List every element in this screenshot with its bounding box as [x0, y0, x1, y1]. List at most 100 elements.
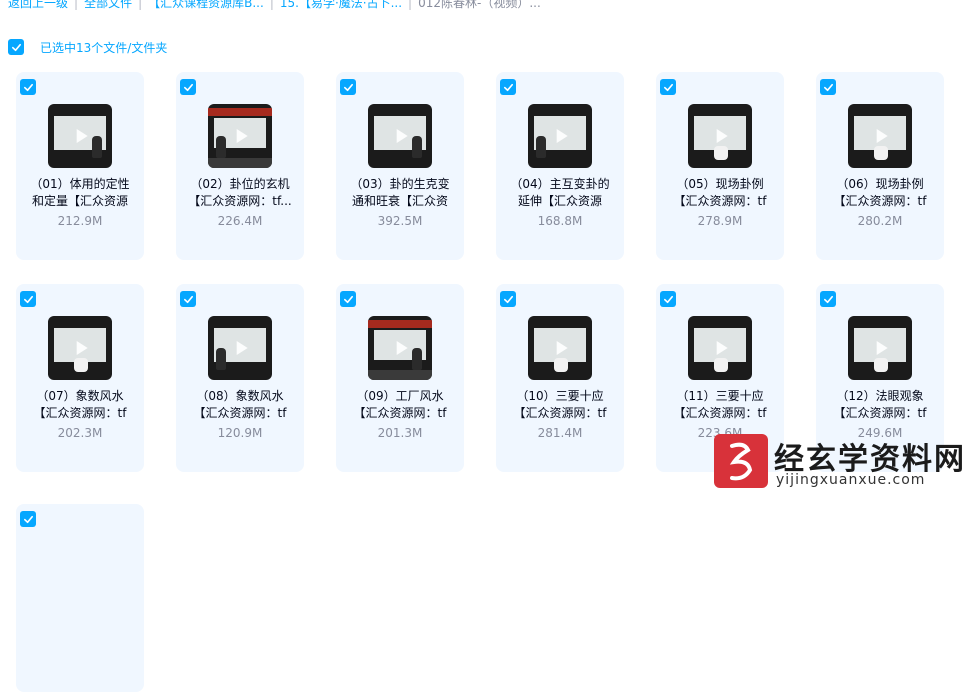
file-checkbox[interactable] — [340, 291, 356, 307]
file-name[interactable]: （03）卦的生克变 通和旺衰【汇众资 — [346, 176, 454, 210]
breadcrumb-item[interactable]: 15.【易学·魔法·占卜... — [280, 0, 402, 12]
file-card[interactable]: （01）体用的定性 和定量【汇众资源 212.9M — [16, 72, 144, 260]
file-name[interactable]: （04）主互变卦的 延伸【汇众资源 — [506, 176, 614, 210]
file-card[interactable]: （03）卦的生克变 通和旺衰【汇众资 392.5M — [336, 72, 464, 260]
file-size: 280.2M — [857, 214, 903, 228]
file-card[interactable]: （04）主互变卦的 延伸【汇众资源 168.8M — [496, 72, 624, 260]
video-thumbnail[interactable] — [848, 316, 912, 380]
video-thumbnail[interactable] — [848, 104, 912, 168]
file-name[interactable]: （11）三要十应 【汇众资源网：tf — [666, 388, 774, 422]
check-icon — [23, 83, 33, 91]
file-name[interactable]: （12）法眼观象 【汇众资源网：tf — [826, 388, 934, 422]
file-name[interactable]: （07）象数风水 【汇众资源网：tf — [26, 388, 134, 422]
breadcrumb-item[interactable]: 【汇众课程资源库B... — [148, 0, 264, 12]
check-icon — [11, 43, 21, 51]
file-size: 226.4M — [217, 214, 263, 228]
file-card[interactable]: （08）象数风水 【汇众资源网：tf 120.9M — [176, 284, 304, 472]
file-name[interactable]: （05）现场卦例 【汇众资源网：tf — [666, 176, 774, 210]
file-card[interactable]: （09）工厂风水 【汇众资源网：tf 201.3M — [336, 284, 464, 472]
file-name[interactable]: （08）象数风水 【汇众资源网：tf — [186, 388, 294, 422]
file-name-line1: （07）象数风水 — [36, 389, 124, 403]
file-name-line2: 通和旺衰【汇众资 — [351, 194, 448, 208]
video-thumbnail[interactable] — [368, 104, 432, 168]
file-name-line2: 【汇众资源网：tf — [33, 406, 127, 420]
watermark-url: yijingxuanxue.com — [776, 472, 926, 488]
play-icon — [716, 129, 728, 143]
file-name[interactable]: （02）卦位的玄机 【汇众资源网：tf... — [186, 176, 294, 210]
file-card[interactable]: （06）现场卦例 【汇众资源网：tf 280.2M — [816, 72, 944, 260]
breadcrumb-separator: | — [408, 0, 413, 10]
file-name[interactable]: （01）体用的定性 和定量【汇众资源 — [26, 176, 134, 210]
file-size: 120.9M — [217, 426, 263, 440]
file-checkbox[interactable] — [20, 511, 36, 527]
video-thumbnail[interactable] — [208, 316, 272, 380]
select-all-checkbox[interactable] — [8, 39, 24, 55]
file-name[interactable]: （09）工厂风水 【汇众资源网：tf — [346, 388, 454, 422]
file-size: 278.9M — [697, 214, 743, 228]
file-name[interactable]: （06）现场卦例 【汇众资源网：tf — [826, 176, 934, 210]
play-icon — [716, 341, 728, 355]
file-size: 168.8M — [537, 214, 583, 228]
breadcrumb-item[interactable]: 全部文件 — [84, 0, 132, 12]
file-size: 202.3M — [57, 426, 103, 440]
file-checkbox[interactable] — [660, 291, 676, 307]
file-name-line2: 【汇众资源网：tf — [513, 406, 607, 420]
breadcrumb-separator: | — [74, 0, 79, 10]
file-checkbox[interactable] — [20, 79, 36, 95]
watermark: 经玄学资料网 yijingxuanxue.com — [714, 432, 964, 494]
check-icon — [823, 295, 833, 303]
breadcrumb-separator: | — [138, 0, 143, 10]
file-checkbox[interactable] — [180, 79, 196, 95]
play-icon — [556, 341, 568, 355]
file-name-line2: 【汇众资源网：tf — [673, 406, 767, 420]
selection-count-text: 已选中13个文件/文件夹 — [40, 40, 168, 55]
video-thumbnail[interactable] — [688, 104, 752, 168]
play-icon — [876, 129, 888, 143]
file-name-line2: 和定量【汇众资源 — [31, 194, 128, 208]
video-thumbnail[interactable] — [208, 104, 272, 168]
video-thumbnail[interactable] — [48, 104, 112, 168]
check-icon — [23, 515, 33, 523]
check-icon — [663, 295, 673, 303]
file-name-line1: （03）卦的生克变 — [350, 177, 450, 191]
file-card[interactable] — [16, 504, 144, 692]
file-name-line2: 【汇众资源网：tf — [833, 406, 927, 420]
video-thumbnail[interactable] — [48, 316, 112, 380]
play-icon — [876, 341, 888, 355]
file-checkbox[interactable] — [500, 79, 516, 95]
file-name-line2: 【汇众资源网：tf... — [188, 194, 292, 208]
breadcrumb-item[interactable]: 返回上一级 — [8, 0, 68, 12]
file-name-line1: （10）三要十应 — [516, 389, 604, 403]
video-thumbnail[interactable] — [368, 316, 432, 380]
play-icon — [396, 129, 408, 143]
file-name-line2: 延伸【汇众资源 — [517, 194, 602, 208]
check-icon — [503, 83, 513, 91]
play-icon — [76, 129, 88, 143]
file-checkbox[interactable] — [500, 291, 516, 307]
file-size: 201.3M — [377, 426, 423, 440]
file-checkbox[interactable] — [820, 291, 836, 307]
file-checkbox[interactable] — [180, 291, 196, 307]
file-card[interactable]: （05）现场卦例 【汇众资源网：tf 278.9M — [656, 72, 784, 260]
video-thumbnail[interactable] — [688, 316, 752, 380]
file-checkbox[interactable] — [660, 79, 676, 95]
file-name-line1: （02）卦位的玄机 — [190, 177, 290, 191]
file-name-line1: （08）象数风水 — [196, 389, 284, 403]
video-thumbnail[interactable] — [528, 104, 592, 168]
file-name-line1: （09）工厂风水 — [356, 389, 444, 403]
file-card[interactable]: （07）象数风水 【汇众资源网：tf 202.3M — [16, 284, 144, 472]
play-icon — [236, 341, 248, 355]
breadcrumb: 返回上一级 | 全部文件 | 【汇众课程资源库B... | 15.【易学·魔法·占卜... |… — [8, 0, 541, 12]
check-icon — [23, 295, 33, 303]
file-name[interactable]: （10）三要十应 【汇众资源网：tf — [506, 388, 614, 422]
file-name-line1: （11）三要十应 — [676, 389, 764, 403]
file-name-line1: （12）法眼观象 — [836, 389, 924, 403]
check-icon — [343, 295, 353, 303]
file-size: 281.4M — [537, 426, 583, 440]
file-checkbox[interactable] — [820, 79, 836, 95]
video-thumbnail[interactable] — [528, 316, 592, 380]
file-checkbox[interactable] — [20, 291, 36, 307]
file-card[interactable]: （02）卦位的玄机 【汇众资源网：tf... 226.4M — [176, 72, 304, 260]
file-checkbox[interactable] — [340, 79, 356, 95]
file-card[interactable]: （10）三要十应 【汇众资源网：tf 281.4M — [496, 284, 624, 472]
